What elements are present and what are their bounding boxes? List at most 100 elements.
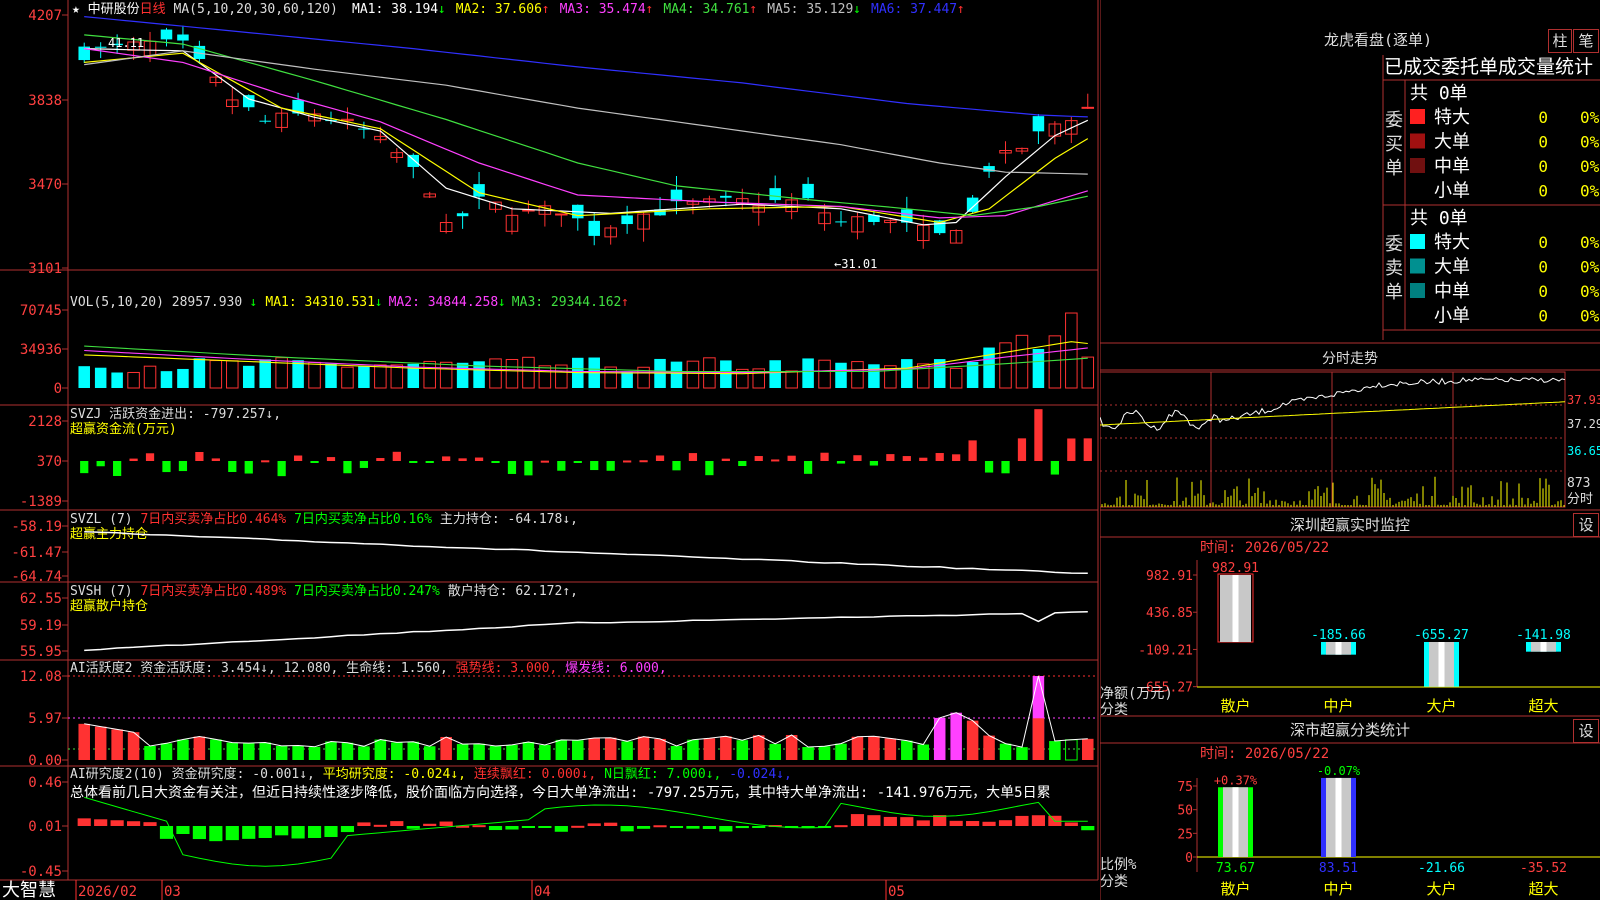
sell_rows-pct: 0%	[1580, 307, 1600, 326]
sz-monitor-ylabel: 净额(万元)	[1100, 686, 1173, 702]
svzj-bar	[820, 452, 829, 461]
svzj-bar	[359, 461, 369, 468]
buy_rows-color-swatch	[1410, 133, 1425, 149]
ai-research-bar	[1064, 822, 1078, 826]
volume-bar-up	[1081, 356, 1095, 389]
ai-active-bar	[818, 746, 831, 760]
ai-active-bar	[966, 720, 979, 760]
svzj-bar	[803, 461, 813, 474]
volume-bar-up	[308, 361, 321, 389]
volume-bar-up	[686, 360, 700, 389]
volume-bar-up	[818, 359, 831, 389]
column-view-button[interactable]: 柱	[1548, 29, 1572, 53]
sz-monitor-bar-shine	[1438, 642, 1445, 687]
svzj-bar	[557, 461, 566, 471]
svzj-bar	[886, 454, 895, 461]
candle-body-down	[966, 197, 979, 212]
intraday-vol-unit: 分时	[1567, 492, 1593, 507]
ai-research-bar	[916, 820, 930, 826]
stock-chart-panels[interactable]: 4207 3838 3470 3101 ★ 中研股份日线 MA(5,10,20,30,6…	[0, 0, 1100, 900]
svzj-bar	[425, 461, 434, 463]
sell_rows-name: 小单	[1434, 306, 1470, 327]
svzj-ytick: 370	[37, 454, 62, 470]
sell_rows-count: 0	[1538, 258, 1548, 277]
ai-research-bar	[143, 822, 157, 826]
sz-class-settings-button[interactable]: 设	[1573, 719, 1599, 743]
ai-research-bar	[867, 815, 881, 826]
sell_rows-count: 0	[1538, 233, 1548, 252]
price-low-label: ←31.01	[834, 257, 877, 271]
svsh-ytick: 62.55	[20, 591, 62, 607]
ma-arrow-2: ↑	[542, 2, 550, 17]
volume-bar-down	[983, 347, 995, 388]
ai-active-bar	[835, 743, 847, 760]
svzj-bar	[261, 460, 270, 463]
ma-value-5: MA5: 35.129	[767, 2, 853, 17]
svzj-bar	[293, 455, 303, 461]
intraday-ytick: 37.29	[1567, 417, 1600, 431]
ma-value-6: MA6: 37.447	[871, 2, 957, 17]
ai-research-bar	[1031, 815, 1045, 826]
ai-research-summary: 总体看前几日大资金有关注，但近日持续性逐步降低，股价面临方向选择，今日大单净流出…	[70, 784, 1051, 801]
sz-class-ytick: 0	[1185, 851, 1193, 866]
sell_rows-count: 0	[1538, 307, 1548, 326]
ai-research-bar	[176, 826, 190, 835]
sell_rows-pct: 0%	[1580, 258, 1600, 277]
ai-active-ytick: 5.97	[28, 711, 62, 727]
volume-bar-down	[621, 371, 633, 388]
volume-bar-up	[489, 358, 502, 389]
ai-active-bar	[1049, 741, 1061, 760]
ai-research-bar	[77, 818, 91, 826]
ai-research-bar	[324, 826, 338, 838]
ai-active-bar	[489, 745, 502, 760]
ai-active-bar	[423, 746, 436, 760]
ai-research-bar	[472, 825, 486, 828]
ai-active-bar	[506, 744, 518, 760]
sell_rows-color-swatch	[1410, 234, 1425, 249]
volume-ytick: 70745	[20, 303, 62, 319]
svzj-bar	[310, 461, 319, 463]
dragon-subtitle: 已成交委托单成交量统计	[1384, 56, 1593, 78]
sz-monitor-settings-button[interactable]: 设	[1573, 513, 1599, 537]
ai-research-bar	[209, 826, 223, 842]
ai-research-bar	[390, 821, 404, 826]
ai-research-bar	[949, 820, 963, 826]
ai-active-bar	[391, 742, 403, 760]
ai-research-ytick: -0.45	[20, 864, 62, 880]
ai-research-header: AI研究度2(10) 资金研究度: -0.001↓, 平均研究度: -0.024…	[70, 766, 792, 782]
ai-active-bar	[785, 735, 798, 760]
dragon-title: 龙虎看盘(逐单)	[1324, 31, 1432, 49]
svzj-bar	[590, 461, 599, 471]
volume-ma-3: MA3: 29344.162	[512, 295, 622, 310]
ai-active-bar	[720, 736, 732, 760]
ai-active-bar	[736, 740, 749, 760]
volume-bar-down	[720, 360, 732, 388]
ai-active-bar	[588, 738, 600, 760]
sell_rows-count: 0	[1538, 282, 1548, 301]
svzj-bar	[919, 457, 928, 461]
tick-view-button[interactable]: 笔	[1573, 29, 1599, 53]
sz-class-value-label: 83.51	[1319, 861, 1358, 876]
intraday-vol-tick: 873	[1567, 476, 1590, 491]
sell-side-label: 委	[1385, 234, 1403, 255]
ai-active-bar	[752, 735, 765, 760]
ai-research-bar	[686, 826, 700, 829]
svzj-bar	[573, 461, 582, 463]
sz-monitor-ytick: -109.21	[1138, 643, 1193, 658]
ai-active-bar	[687, 739, 699, 760]
candle-body-down	[259, 120, 271, 122]
svzj-bar	[705, 461, 714, 476]
brand-label: 大智慧	[2, 880, 56, 900]
svzj-bar	[458, 458, 467, 461]
volume-bar-up	[538, 365, 552, 389]
ai-research-bar	[620, 826, 634, 832]
buy_rows-pct: 0%	[1580, 108, 1600, 127]
ai-research-bar	[538, 826, 552, 828]
svzj-bar	[688, 453, 698, 461]
ma-arrow-4: ↑	[749, 2, 757, 17]
svzj-bar	[787, 455, 796, 461]
svzj-bar	[655, 455, 665, 461]
sz-class-xlabel: 分类	[1100, 874, 1128, 890]
ai-active-bar	[555, 739, 568, 760]
volume-bar-down	[259, 359, 271, 388]
